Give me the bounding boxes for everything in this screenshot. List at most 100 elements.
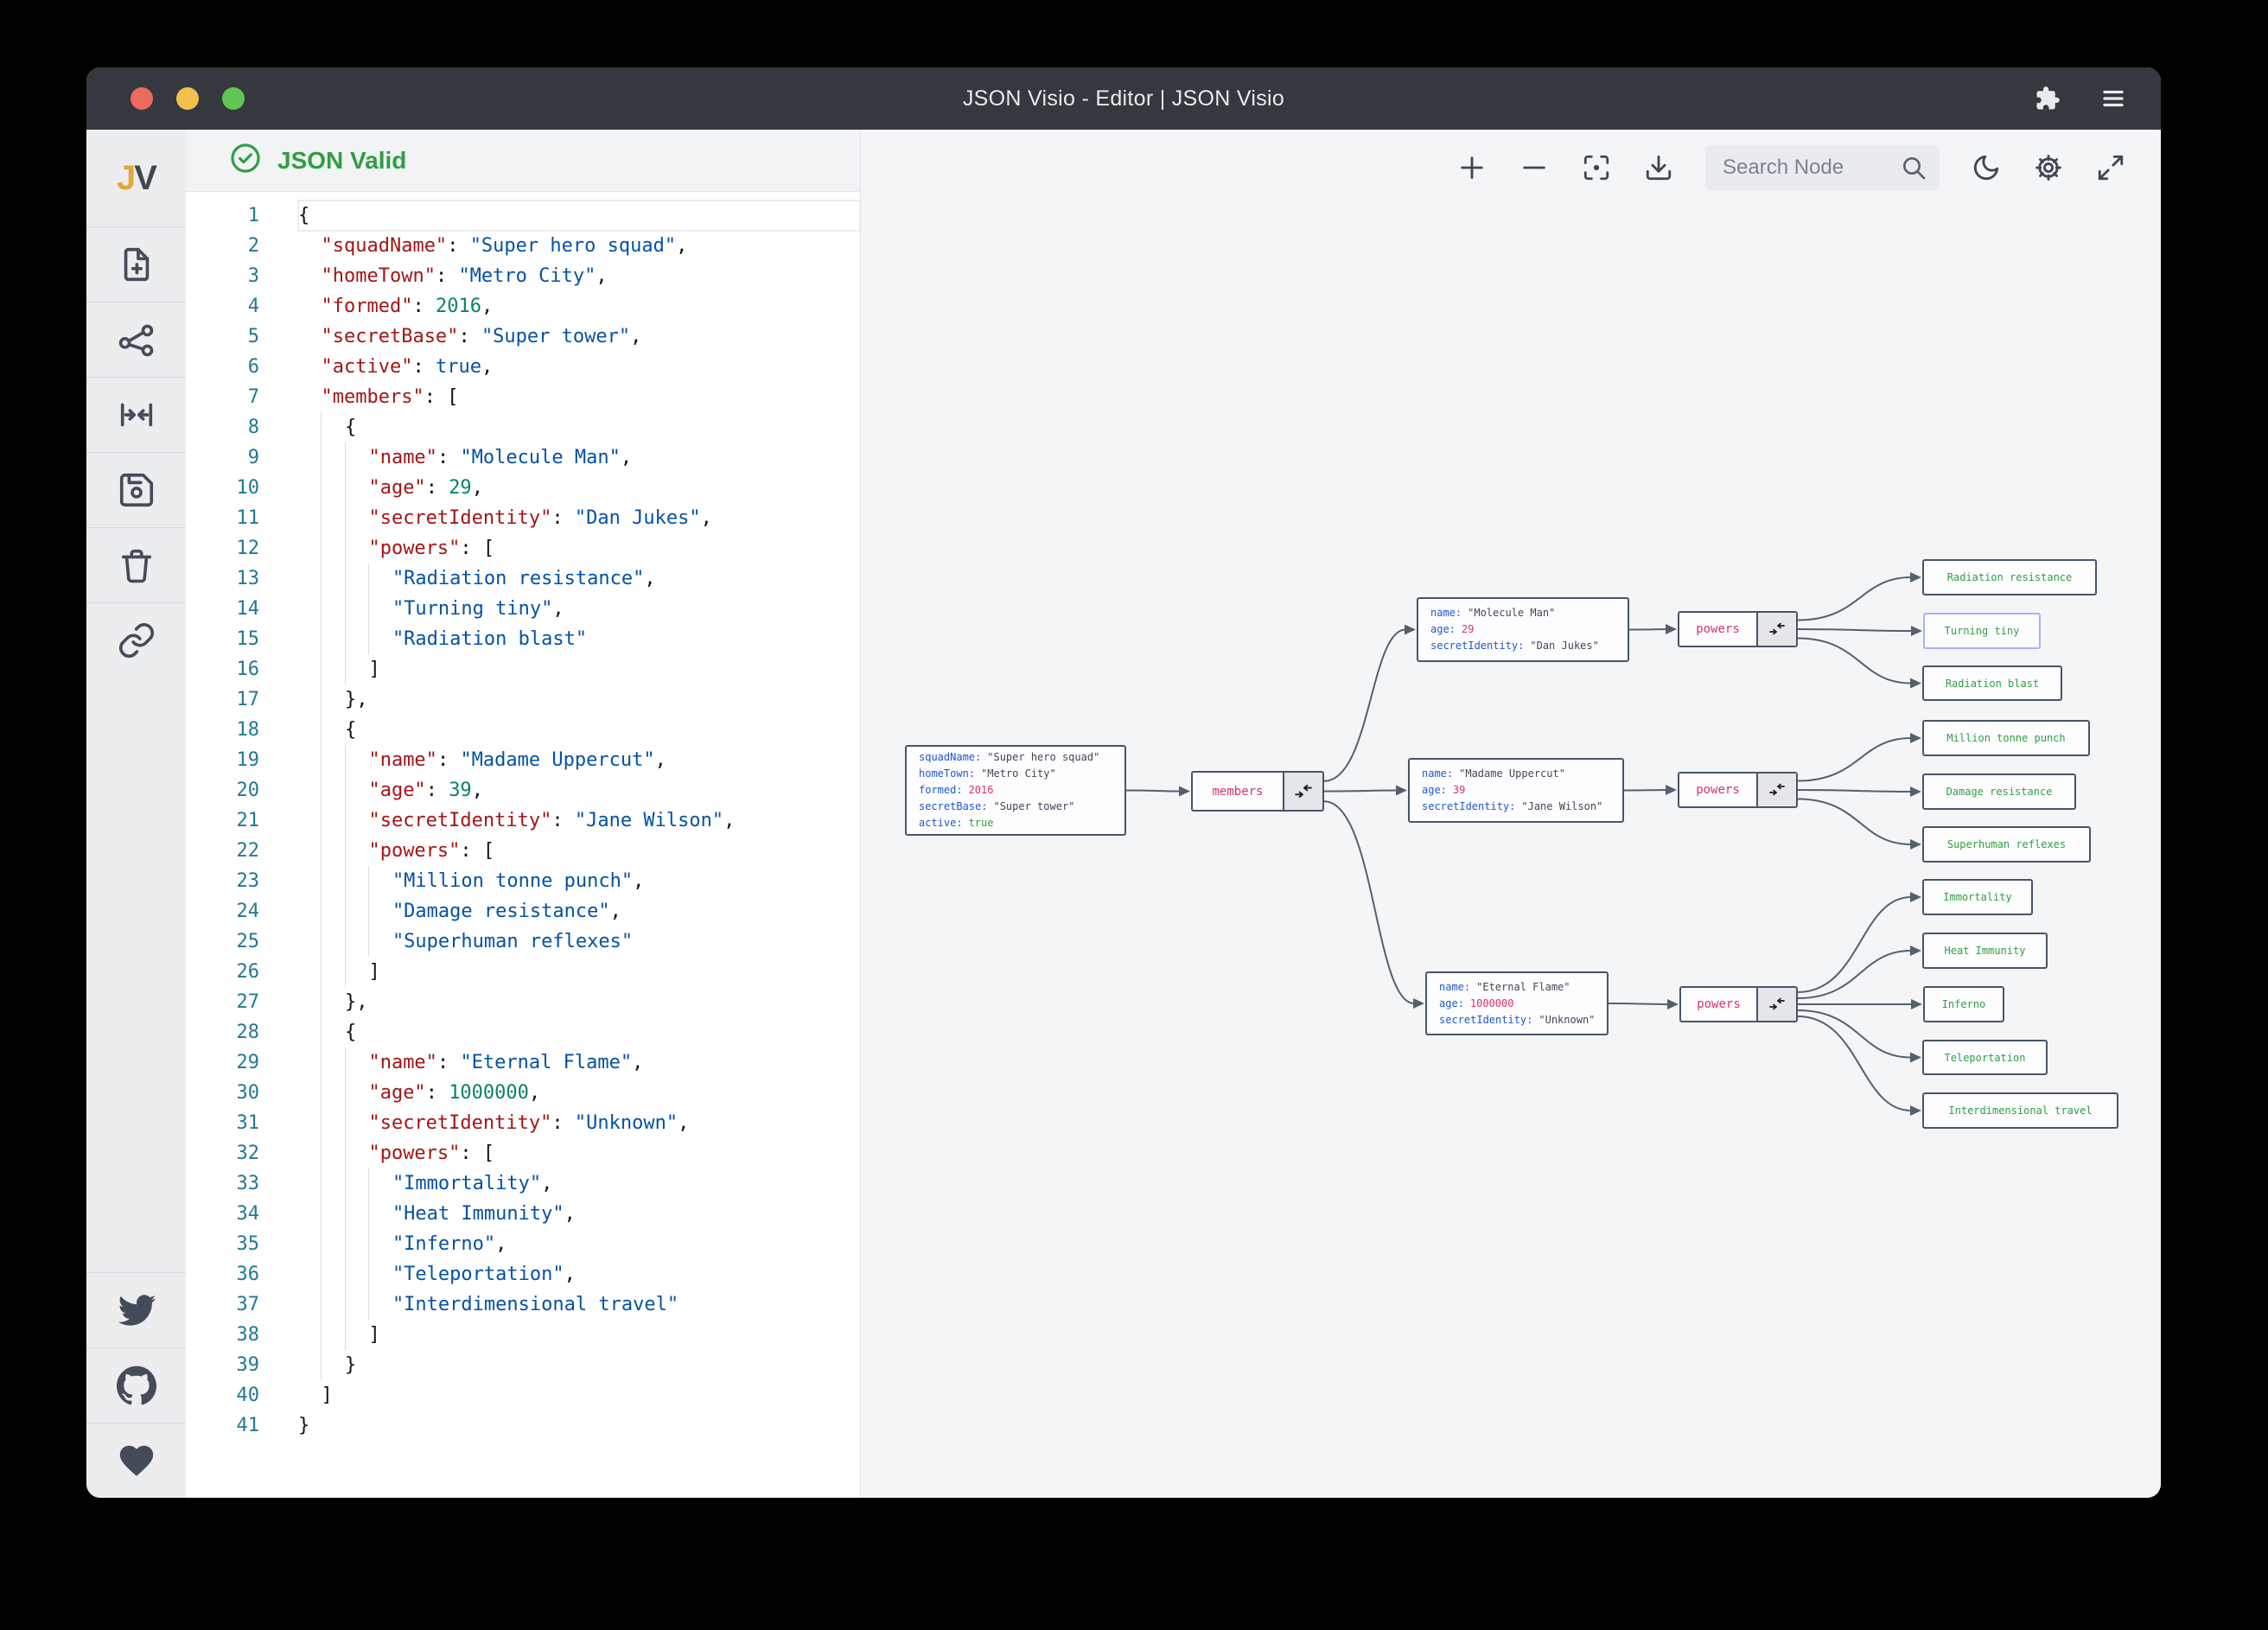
graph-leaf-radiation-resistance[interactable]: Radiation resistance [1922, 559, 2097, 595]
line-number[interactable]: 1 [186, 201, 259, 231]
code-line[interactable]: 8{ [186, 412, 860, 443]
graph-leaf-turning-tiny[interactable]: Turning tiny [1923, 613, 2041, 649]
graph-node-member-2[interactable]: name: "Madame Uppercut" age: 39 secretIden… [1408, 758, 1624, 823]
line-number[interactable]: 9 [186, 443, 259, 473]
new-document-button[interactable] [86, 226, 186, 302]
code-line[interactable]: 25 "Superhuman reflexes" [186, 926, 860, 957]
graph-leaf-interdimensional-travel[interactable]: Interdimensional travel [1922, 1092, 2118, 1129]
line-number[interactable]: 23 [186, 866, 260, 896]
graph-panel[interactable]: squadName:"Super hero squad" homeTown:"M… [861, 130, 2161, 1498]
code-line[interactable]: 15 "Radiation blast" [186, 624, 860, 654]
line-number[interactable]: 28 [186, 1017, 260, 1047]
code-line[interactable]: 12 "powers": [ [186, 533, 860, 563]
sponsor-heart-button[interactable] [86, 1423, 186, 1498]
delete-button[interactable] [86, 527, 186, 602]
dark-mode-moon-button[interactable] [1971, 152, 2002, 183]
line-number[interactable]: 25 [186, 926, 260, 957]
code-line[interactable]: 20 "age": 39, [186, 775, 860, 805]
line-number[interactable]: 33 [186, 1168, 260, 1199]
line-number[interactable]: 16 [186, 654, 260, 684]
zoom-out-button[interactable] [1519, 152, 1550, 183]
code-line[interactable]: 34 "Heat Immunity", [186, 1199, 860, 1229]
graph-node-powers-1[interactable]: powers [1678, 611, 1798, 647]
line-number[interactable]: 22 [186, 836, 260, 866]
extension-puzzle-icon[interactable] [2035, 86, 2061, 111]
zoom-in-button[interactable] [1456, 152, 1488, 183]
line-number[interactable]: 35 [186, 1229, 260, 1259]
center-view-button[interactable] [86, 377, 186, 452]
line-number[interactable]: 15 [186, 624, 260, 654]
code-line[interactable]: 28{ [186, 1017, 860, 1047]
code-line[interactable]: 33 "Immortality", [186, 1168, 860, 1199]
line-number[interactable]: 39 [186, 1350, 260, 1380]
graph-leaf-heat-immunity[interactable]: Heat Immunity [1922, 933, 2048, 969]
code-line[interactable]: 3 "homeTown": "Metro City", [186, 261, 860, 291]
collapse-icon[interactable] [1283, 773, 1322, 810]
line-number[interactable]: 27 [186, 987, 260, 1017]
code-line[interactable]: 22 "powers": [ [186, 836, 860, 866]
line-number[interactable]: 5 [186, 322, 259, 352]
line-number[interactable]: 34 [186, 1199, 260, 1229]
focus-center-button[interactable] [1581, 152, 1612, 183]
graph-leaf-immortality[interactable]: Immortality [1922, 879, 2033, 915]
save-button[interactable] [86, 452, 186, 527]
code-line[interactable]: 19 "name": "Madame Uppercut", [186, 745, 860, 775]
line-number[interactable]: 38 [186, 1320, 260, 1350]
code-line[interactable]: 26] [186, 957, 860, 987]
line-number[interactable]: 11 [186, 503, 260, 533]
fullscreen-button[interactable] [2095, 152, 2126, 183]
code-line[interactable]: 11 "secretIdentity": "Dan Jukes", [186, 503, 860, 533]
line-number[interactable]: 31 [186, 1108, 260, 1138]
code-line[interactable]: 37 "Interdimensional travel" [186, 1289, 860, 1320]
line-number[interactable]: 12 [186, 533, 260, 563]
code-line[interactable]: 40] [186, 1380, 860, 1410]
code-editor[interactable]: 1{2 "squadName": "Super hero squad", 3 "hom… [186, 192, 860, 1498]
code-line[interactable]: 36 "Teleportation", [186, 1259, 860, 1289]
line-number[interactable]: 17 [186, 684, 260, 715]
code-line[interactable]: 30 "age": 1000000, [186, 1078, 860, 1108]
line-number[interactable]: 6 [186, 352, 259, 382]
line-number[interactable]: 3 [186, 261, 259, 291]
line-number[interactable]: 41 [186, 1410, 260, 1441]
code-line[interactable]: 7 "members": [ [186, 382, 860, 412]
graph-leaf-damage-resistance[interactable]: Damage resistance [1922, 774, 2076, 810]
line-number[interactable]: 26 [186, 957, 260, 987]
code-line[interactable]: 21 "secretIdentity": "Jane Wilson", [186, 805, 860, 836]
code-line[interactable]: 31 "secretIdentity": "Unknown", [186, 1108, 860, 1138]
graph-node-member-3[interactable]: name: "Eternal Flame" age: 1000000 secretI… [1425, 971, 1609, 1035]
line-number[interactable]: 14 [186, 594, 260, 624]
code-line[interactable]: 24 "Damage resistance", [186, 896, 860, 926]
graph-node-members[interactable]: members [1191, 771, 1324, 812]
line-number[interactable]: 30 [186, 1078, 260, 1108]
twitter-button[interactable] [86, 1272, 186, 1347]
app-logo[interactable]: JV [86, 130, 186, 226]
code-line[interactable]: 18{ [186, 715, 860, 745]
graph-node-powers-3[interactable]: powers [1679, 986, 1798, 1022]
code-line[interactable]: 4 "formed": 2016, [186, 291, 860, 322]
line-number[interactable]: 24 [186, 896, 260, 926]
code-line[interactable]: 41} [186, 1410, 860, 1441]
code-line[interactable]: 39} [186, 1350, 860, 1380]
line-number[interactable]: 10 [186, 473, 260, 503]
line-number[interactable]: 32 [186, 1138, 260, 1168]
line-number[interactable]: 20 [186, 775, 260, 805]
line-number[interactable]: 18 [186, 715, 260, 745]
line-number[interactable]: 7 [186, 382, 259, 412]
line-number[interactable]: 19 [186, 745, 260, 775]
code-line[interactable]: 5 "secretBase": "Super tower", [186, 322, 860, 352]
code-line[interactable]: 9 "name": "Molecule Man", [186, 443, 860, 473]
download-button[interactable] [1643, 152, 1674, 183]
collapse-icon[interactable] [1756, 774, 1796, 806]
graph-share-button[interactable] [86, 302, 186, 377]
code-line[interactable]: 32 "powers": [ [186, 1138, 860, 1168]
line-number[interactable]: 21 [186, 805, 260, 836]
line-number[interactable]: 13 [186, 563, 260, 594]
graph-leaf-teleportation[interactable]: Teleportation [1922, 1040, 2048, 1075]
settings-gear-button[interactable] [2033, 152, 2064, 183]
code-line[interactable]: 16] [186, 654, 860, 684]
code-line[interactable]: 1{ [186, 200, 860, 232]
code-line[interactable]: 29 "name": "Eternal Flame", [186, 1047, 860, 1078]
code-line[interactable]: 27}, [186, 987, 860, 1017]
collapse-icon[interactable] [1756, 613, 1796, 646]
graph-leaf-inferno[interactable]: Inferno [1923, 986, 2004, 1022]
